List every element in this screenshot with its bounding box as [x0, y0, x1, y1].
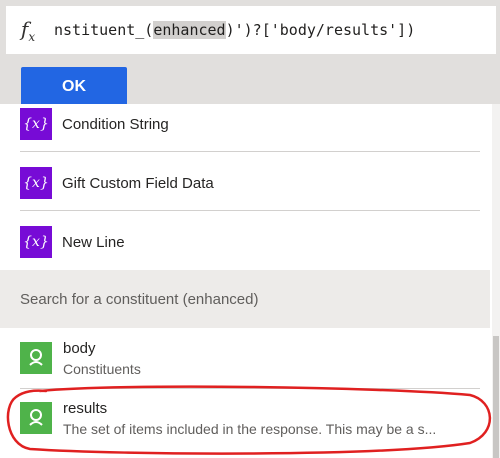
constituent-icon: [20, 342, 52, 374]
expression-suffix: )')?['body/results']): [225, 21, 416, 39]
scrollbar[interactable]: [492, 104, 500, 458]
divider: [20, 210, 480, 211]
dynamic-item-subtitle: The set of items included in the respons…: [63, 421, 437, 437]
expression-prefix: nstituent_(: [54, 21, 154, 39]
dynamic-item-subtitle: Constituents: [63, 361, 141, 377]
ok-button[interactable]: OK: [21, 67, 127, 107]
section-title: Search for a constituent (enhanced): [20, 290, 259, 308]
divider: [20, 151, 480, 152]
variable-item-condition-string[interactable]: {x} Condition String: [0, 106, 490, 142]
dynamic-item-results[interactable]: results The set of items included in the…: [20, 400, 490, 454]
dynamic-item-title: results: [63, 400, 108, 417]
variable-item-gift-custom-field-data[interactable]: {x} Gift Custom Field Data: [0, 165, 490, 201]
dynamic-item-body[interactable]: body Constituents: [20, 340, 490, 394]
variable-icon: {x}: [20, 167, 52, 199]
expression-highlight: enhanced: [153, 21, 226, 39]
section-header[interactable]: Search for a constituent (enhanced): [0, 270, 490, 328]
constituent-icon: [20, 402, 52, 434]
variable-label: New Line: [62, 233, 125, 251]
variable-label: Gift Custom Field Data: [62, 174, 214, 192]
dynamic-item-title: body: [63, 340, 96, 357]
variable-icon: {x}: [20, 108, 52, 140]
fx-icon: fx: [20, 16, 36, 44]
expression-text[interactable]: nstituent_(enhanced)')?['body/results']): [50, 21, 496, 39]
divider: [20, 388, 480, 389]
variable-label: Condition String: [62, 115, 169, 133]
variable-item-new-line[interactable]: {x} New Line: [0, 224, 490, 260]
person-icon: [29, 349, 43, 366]
person-icon: [29, 409, 43, 426]
expression-input[interactable]: fx nstituent_(enhanced)')?['body/results…: [6, 6, 496, 54]
variable-icon: {x}: [20, 226, 52, 258]
scrollbar-thumb[interactable]: [493, 336, 499, 458]
dynamic-content-list: {x} Condition String {x} Gift Custom Fie…: [0, 104, 500, 458]
